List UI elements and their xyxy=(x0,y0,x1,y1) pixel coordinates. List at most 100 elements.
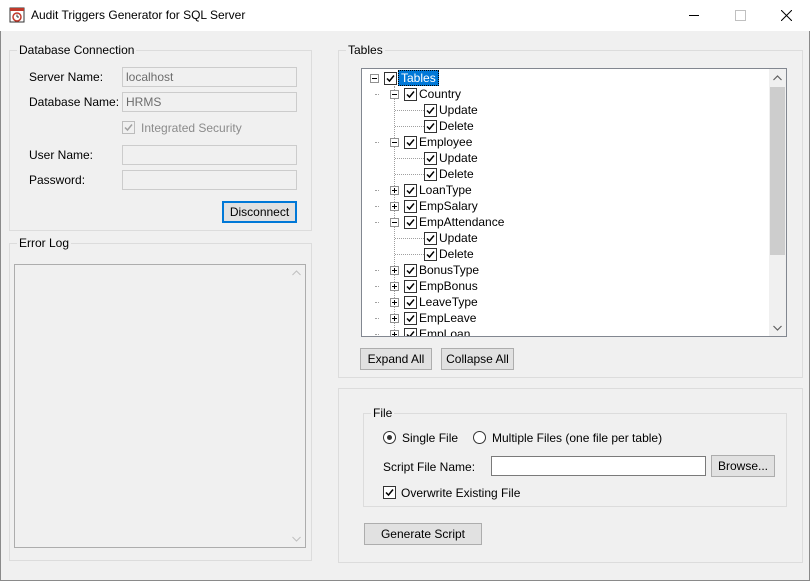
tree-node-checkbox[interactable] xyxy=(404,264,417,277)
expand-icon[interactable] xyxy=(390,186,399,195)
server-name-label: Server Name: xyxy=(29,70,104,84)
checkmark-icon xyxy=(426,123,435,131)
single-file-radio[interactable] xyxy=(383,431,396,444)
tree-node[interactable]: LeaveType xyxy=(362,294,762,310)
user-name-field[interactable] xyxy=(122,145,297,165)
tree-connector xyxy=(395,110,424,111)
collapse-icon[interactable] xyxy=(390,218,399,227)
password-field[interactable] xyxy=(122,170,297,190)
tree-node-label: Delete xyxy=(439,167,474,181)
tree-node-checkbox[interactable] xyxy=(424,232,437,245)
tree-node-label: EmpLoan xyxy=(419,327,471,337)
tree-node-checkbox[interactable] xyxy=(404,136,417,149)
browse-button[interactable]: Browse... xyxy=(711,455,775,477)
scroll-thumb[interactable] xyxy=(770,87,785,255)
expand-icon[interactable] xyxy=(390,330,399,336)
tree-connector xyxy=(395,174,424,175)
error-log-scrollbar[interactable] xyxy=(288,265,305,547)
tree-node-checkbox[interactable] xyxy=(404,280,417,293)
minimize-button[interactable] xyxy=(672,0,718,31)
collapse-all-button[interactable]: Collapse All xyxy=(441,348,514,370)
multiple-files-label: Multiple Files (one file per table) xyxy=(492,431,663,445)
tree-node[interactable]: EmpAttendance xyxy=(362,214,762,230)
collapse-icon[interactable] xyxy=(390,138,399,147)
integrated-security-label: Integrated Security xyxy=(141,121,242,135)
overwrite-existing-checkbox[interactable] xyxy=(383,486,396,499)
integrated-security-checkbox[interactable] xyxy=(122,121,135,134)
multiple-files-radio[interactable] xyxy=(473,431,486,444)
error-log-textarea[interactable] xyxy=(14,264,306,548)
tree-node-checkbox[interactable] xyxy=(404,216,417,229)
checkmark-icon xyxy=(406,187,415,195)
expand-icon[interactable] xyxy=(390,298,399,307)
tree-connector xyxy=(395,238,424,239)
tree-node[interactable]: Update xyxy=(362,150,762,166)
disconnect-button[interactable]: Disconnect xyxy=(222,201,297,223)
checkmark-icon xyxy=(426,171,435,179)
tree-node-checkbox[interactable] xyxy=(384,72,397,85)
tree-connector xyxy=(375,318,379,319)
tree-node[interactable]: Update xyxy=(362,230,762,246)
tree-node[interactable]: BonusType xyxy=(362,262,762,278)
tree-node-checkbox[interactable] xyxy=(424,104,437,117)
tree-connector xyxy=(375,142,379,143)
tree-node-checkbox[interactable] xyxy=(404,88,417,101)
tree-node[interactable]: Employee xyxy=(362,134,762,150)
tree-node-checkbox[interactable] xyxy=(424,248,437,261)
tree-node-checkbox[interactable] xyxy=(424,152,437,165)
single-file-label: Single File xyxy=(402,431,459,445)
tree-node-label: Update xyxy=(439,231,478,245)
collapse-icon[interactable] xyxy=(370,74,379,83)
tree-node[interactable]: Delete xyxy=(362,166,762,182)
tree-node-label: BonusType xyxy=(419,263,480,277)
tree-node[interactable]: LoanType xyxy=(362,182,762,198)
expand-icon[interactable] xyxy=(390,202,399,211)
tree-node-checkbox[interactable] xyxy=(404,296,417,309)
tree-node[interactable]: Delete xyxy=(362,118,762,134)
tree-node-checkbox[interactable] xyxy=(404,200,417,213)
tables-tree[interactable]: Tables Country Update Delete Employee Update D… xyxy=(361,68,787,337)
tree-node-label: EmpBonus xyxy=(419,279,478,293)
tree-node[interactable]: EmpLoan xyxy=(362,326,762,337)
tree-node[interactable]: Tables xyxy=(362,70,762,86)
close-button[interactable] xyxy=(764,0,810,31)
tree-node-label: LeaveType xyxy=(419,295,478,309)
maximize-button[interactable] xyxy=(718,0,764,31)
tree-connector xyxy=(375,222,379,223)
tree-node-checkbox[interactable] xyxy=(424,168,437,181)
tree-connector xyxy=(395,158,424,159)
tree-node[interactable]: Country xyxy=(362,86,762,102)
tree-node[interactable]: Update xyxy=(362,102,762,118)
expand-icon[interactable] xyxy=(390,266,399,275)
file-title: File xyxy=(371,406,395,420)
checkmark-icon xyxy=(426,107,435,115)
title-bar: Audit Triggers Generator for SQL Server xyxy=(0,0,810,31)
tree-connector xyxy=(375,190,379,191)
checkmark-icon xyxy=(426,235,435,243)
tables-title: Tables xyxy=(346,43,385,57)
checkmark-icon xyxy=(406,283,415,291)
checkmark-icon xyxy=(426,155,435,163)
script-file-name-label: Script File Name: xyxy=(383,460,476,474)
tree-node[interactable]: EmpSalary xyxy=(362,198,762,214)
scroll-up-icon xyxy=(292,270,301,276)
collapse-icon[interactable] xyxy=(390,90,399,99)
expand-all-button[interactable]: Expand All xyxy=(360,348,432,370)
tree-connector xyxy=(375,94,379,95)
overwrite-existing-label: Overwrite Existing File xyxy=(401,486,521,500)
tree-node-checkbox[interactable] xyxy=(404,312,417,325)
script-file-name-field[interactable] xyxy=(491,456,706,476)
tree-node[interactable]: Delete xyxy=(362,246,762,262)
tree-scrollbar[interactable] xyxy=(769,69,786,336)
database-name-field[interactable]: HRMS xyxy=(122,92,297,112)
tree-node-checkbox[interactable] xyxy=(404,328,417,336)
expand-icon[interactable] xyxy=(390,282,399,291)
server-name-field[interactable]: localhost xyxy=(122,67,297,87)
window-frame: Database Connection Server Name: localho… xyxy=(0,31,810,581)
tree-node[interactable]: EmpLeave xyxy=(362,310,762,326)
tree-node-checkbox[interactable] xyxy=(404,184,417,197)
generate-script-button[interactable]: Generate Script xyxy=(364,523,482,545)
tree-node[interactable]: EmpBonus xyxy=(362,278,762,294)
expand-icon[interactable] xyxy=(390,314,399,323)
tree-node-checkbox[interactable] xyxy=(424,120,437,133)
